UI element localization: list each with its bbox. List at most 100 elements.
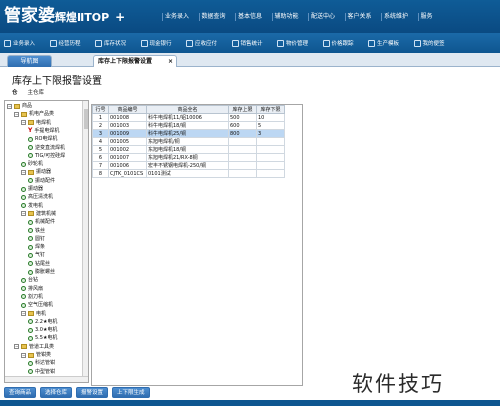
table-cell[interactable]: 6 [92,153,109,162]
table-cell[interactable]: 7 [92,161,109,170]
table-cell[interactable]: CJTK_0101CS [108,169,147,178]
topnav-item[interactable]: 辅助功能 [271,13,309,21]
table-cell[interactable] [228,137,257,146]
tree-node[interactable]: 发电机 [21,203,43,209]
table-cell[interactable]: 东旭电焊机21/RX-8铜 [146,153,229,162]
table-cell[interactable]: 001009 [108,129,147,138]
toolbar-button[interactable]: 生产模板 [364,33,410,53]
table-cell[interactable]: 4 [92,137,109,146]
tree-node[interactable]: 焊条 [28,244,45,250]
tree-node[interactable]: 膨胀螺丝 [28,269,55,275]
table-cell[interactable]: 600 [228,121,257,130]
topnav-item[interactable]: 业务录入 [162,13,199,21]
alarm-settings-button[interactable]: 报警设置 [76,386,109,398]
tree-node[interactable]: 机械配件 [28,219,55,225]
table-cell[interactable]: 0101测试 [146,169,229,178]
tree-node[interactable]: 中型管钳 [28,369,55,375]
table-cell[interactable]: 10 [256,113,285,122]
tree-node[interactable]: RO电焊机 [28,136,57,142]
tree-horizontal-scrollbar[interactable] [5,376,88,382]
table-cell[interactable] [256,169,285,178]
collapse-icon[interactable]: − [21,211,26,217]
tab-nav-map[interactable]: 导航图 [7,55,52,67]
toolbar-button[interactable]: 价格跟踪 [319,33,365,53]
tree-node[interactable]: 高压清洗机 [21,194,53,200]
table-cell[interactable]: 500 [228,113,257,122]
toolbar-button[interactable]: 应收应付 [182,33,228,53]
toolbar-button[interactable]: 业务录入 [0,33,46,53]
table-row[interactable]: 4 001005 东旭电焊机/铜 [92,137,285,146]
warehouse-value[interactable]: 主仓库 [28,90,45,96]
table-cell[interactable]: 001006 [108,161,147,170]
table-cell[interactable]: 001007 [108,153,147,162]
table-cell[interactable]: 科牛电焊机25/铜 [146,129,229,138]
tree-node[interactable]: 5.5★电机 [28,335,57,341]
tree-node[interactable]: 割刀机 [21,294,43,300]
table-cell[interactable] [256,161,285,170]
tree-node[interactable]: 台钻 [21,277,38,283]
table-row[interactable]: 7 001006 宏丰不锈钢电焊机-250/铜 [92,161,285,170]
tree-node[interactable]: − 电焊机 [21,120,51,126]
table-cell[interactable]: 800 [228,129,257,138]
tree-node[interactable]: 圆钉 [28,236,45,242]
toolbar-button[interactable]: 库存状况 [91,33,137,53]
table-cell[interactable]: 科牛电焊机11/铝10006 [146,113,229,122]
column-header[interactable]: 行号 [92,105,109,114]
table-cell[interactable] [228,169,257,178]
collapse-icon[interactable]: − [7,103,12,109]
table-cell[interactable]: 001002 [108,145,147,154]
table-cell[interactable]: 科牛电焊机18/铜 [146,121,229,130]
topnav-item[interactable]: 基本信息 [235,13,272,21]
topnav-item[interactable]: 配送中心 [308,13,345,21]
tab-stock-alarm[interactable]: 库存上下限报警设置 × [93,55,177,67]
table-cell[interactable] [256,145,285,154]
table-cell[interactable]: 8 [92,169,109,178]
tree-node[interactable]: 钻尾丝 [28,261,50,267]
table-cell[interactable] [256,137,285,146]
tree-node[interactable]: 砂轮机 [21,161,43,167]
tree-node[interactable]: − 振动器 [21,169,51,175]
table-row[interactable]: 5 001002 东旭电焊机18/铜 [92,145,285,154]
toolbar-button[interactable]: 销售统计 [228,33,274,53]
tree-node[interactable]: 排风扇 [21,286,43,292]
tree-node[interactable]: Y 手提电焊机 [28,127,59,134]
toolbar-button[interactable]: 现金银行 [137,33,183,53]
table-cell[interactable] [228,153,257,162]
tree-node[interactable]: TIG/可控硅焊 [28,153,65,159]
topnav-item[interactable]: 数据查询 [198,13,236,21]
column-header[interactable]: 库存下限 [256,105,285,114]
tree-node[interactable]: − 管道工具类 [14,344,54,350]
tree-node[interactable]: 逆变直流焊机 [28,145,65,151]
collapse-icon[interactable]: − [21,352,26,358]
collapse-icon[interactable]: − [14,111,19,117]
tree-node[interactable]: − 机电产品类 [14,111,54,117]
table-cell[interactable]: 001008 [108,113,147,122]
tree-node[interactable]: − 商品 [7,103,32,109]
collapse-icon[interactable]: − [14,344,19,350]
toolbar-button[interactable]: 我的便签 [410,33,456,53]
column-header[interactable]: 库存上限 [228,105,257,114]
table-cell[interactable]: 东旭电焊机/铜 [146,137,229,146]
table-cell[interactable]: 5 [92,145,109,154]
tree-vertical-scrollbar[interactable] [82,101,88,382]
tree-node[interactable]: − 建筑机械 [21,211,56,217]
tree-node[interactable]: − 电机 [21,311,46,317]
tree-node[interactable]: 空气压缩机 [21,302,53,308]
table-cell[interactable]: 1 [92,113,109,122]
toolbar-button[interactable]: 经营历程 [46,33,92,53]
table-cell[interactable]: 2 [92,121,109,130]
topnav-item[interactable]: 服务 [417,13,455,21]
tree-node[interactable]: − 管钳类 [21,352,51,358]
collapse-icon[interactable]: − [21,311,26,316]
close-icon[interactable]: × [168,56,173,67]
table-cell[interactable]: 001005 [108,137,147,146]
tree-node[interactable]: 科达管钳 [28,360,55,366]
table-cell[interactable] [256,153,285,162]
table-row[interactable]: 6 001007 东旭电焊机21/RX-8铜 [92,153,285,162]
query-product-button[interactable]: 查询商品 [4,386,37,398]
topnav-item[interactable]: 系统维护 [381,13,418,21]
tree-node[interactable]: 铁丝 [28,228,45,234]
column-header[interactable]: 商品全名 [146,105,229,114]
scroll-thumb[interactable] [84,109,88,129]
tree-node[interactable]: 2.2★电机 [28,319,57,325]
